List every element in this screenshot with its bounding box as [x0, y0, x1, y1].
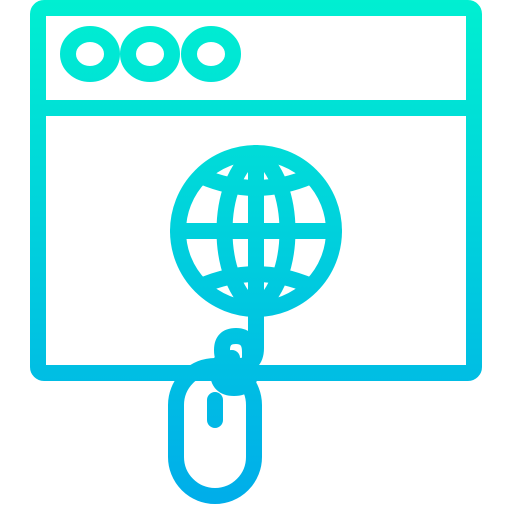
web-browser-globe-mouse-icon — [30, 0, 482, 504]
globe-icon — [170, 145, 342, 317]
window-dot-icon — [60, 26, 120, 82]
icon-canvas — [0, 0, 512, 512]
window-control-dots — [60, 26, 241, 82]
window-dot-icon — [120, 26, 180, 82]
window-dot-icon — [181, 26, 241, 82]
